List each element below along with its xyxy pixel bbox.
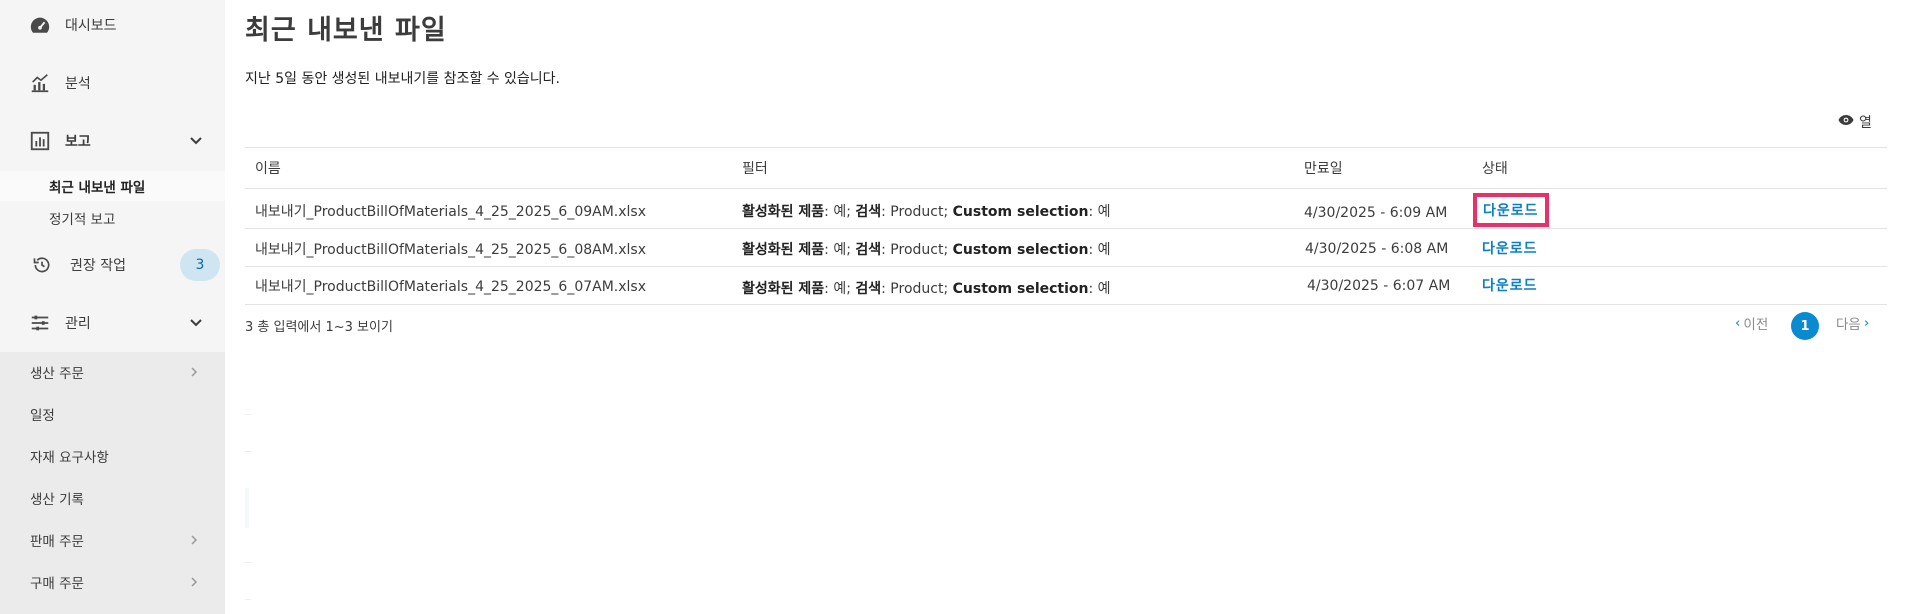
download-link[interactable]: 다운로드 <box>1482 275 1538 295</box>
download-link[interactable]: 다운로드 <box>1473 193 1549 227</box>
sliders-icon <box>28 311 52 335</box>
report-icon <box>28 129 52 153</box>
chevron-down-icon[interactable] <box>188 315 204 331</box>
table-divider <box>245 228 1887 229</box>
table-divider <box>245 188 1887 189</box>
chevron-left-icon: ‹ <box>1735 315 1741 331</box>
page-title: 최근 내보낸 파일 <box>245 15 447 46</box>
row-filter: 활성화된 제품: 예; 검색: Product; Custom selectio… <box>742 242 1111 258</box>
column-header-filter[interactable]: 필터 <box>742 158 768 178</box>
sidebar: 대시보드 분석 보고 최근 내보낸 파일 정기적 보고 권장 작업 3 관리 생… <box>0 0 225 614</box>
sidebar-subitem-sales-orders[interactable]: 판매 주문 <box>0 520 225 560</box>
chevron-down-icon[interactable] <box>188 133 204 149</box>
sidebar-subitem-label: 생산 주문 <box>30 366 84 382</box>
sidebar-item-report[interactable]: 보고 <box>0 121 225 161</box>
chevron-right-icon: › <box>1863 315 1870 331</box>
pagination-current-page[interactable]: 1 <box>1791 312 1819 340</box>
sidebar-subitem-production-records[interactable]: 생산 기록 <box>0 478 225 518</box>
sidebar-subitem-material-requirements[interactable]: 자재 요구사항 <box>0 436 225 476</box>
sidebar-subitem-recent-exports[interactable]: 최근 내보낸 파일 <box>0 171 225 201</box>
row-file-name: 내보내기_ProductBillOfMaterials_4_25_2025_6_… <box>255 279 646 295</box>
history-icon <box>30 253 54 277</box>
divider <box>245 599 251 600</box>
chevron-right-icon <box>188 576 200 588</box>
row-filter: 활성화된 제품: 예; 검색: Product; Custom selectio… <box>742 204 1111 220</box>
row-file-name: 내보내기_ProductBillOfMaterials_4_25_2025_6_… <box>255 204 646 220</box>
sidebar-subitem-label: 자재 요구사항 <box>30 450 109 466</box>
pagination-next[interactable]: 다음 › <box>1836 313 1869 333</box>
sidebar-subitem-label: 최근 내보낸 파일 <box>49 180 146 196</box>
sidebar-subitem-label: 구매 주문 <box>30 576 84 592</box>
sidebar-subitem-production-orders[interactable]: 생산 주문 <box>0 352 225 392</box>
table-divider <box>245 304 1887 305</box>
row-filter: 활성화된 제품: 예; 검색: Product; Custom selectio… <box>742 281 1111 297</box>
sidebar-subitem-label: 생산 기록 <box>30 492 84 508</box>
chevron-right-icon <box>188 534 200 546</box>
sidebar-subitem-label: 판매 주문 <box>30 534 84 550</box>
sidebar-subitem-purchase-orders[interactable]: 구매 주문 <box>0 562 225 602</box>
sidebar-subitem-label: 정기적 보고 <box>49 212 116 228</box>
count-badge: 3 <box>180 249 220 281</box>
sidebar-subitem-label: 일정 <box>30 408 55 424</box>
sidebar-item-label: 관리 <box>65 316 91 332</box>
chevron-right-icon <box>188 366 200 378</box>
sidebar-item-manage[interactable]: 관리 <box>0 303 225 343</box>
divider <box>245 414 251 415</box>
dashboard-icon <box>28 13 52 37</box>
column-header-expiry[interactable]: 만료일 <box>1304 158 1343 178</box>
column-header-status[interactable]: 상태 <box>1482 158 1508 178</box>
eye-icon <box>1838 114 1854 130</box>
divider <box>245 562 251 563</box>
page-subtitle: 지난 5일 동안 생성된 내보내기를 참조할 수 있습니다. <box>245 71 560 87</box>
pagination-summary: 3 총 입력에서 1~3 보이기 <box>245 320 393 335</box>
sidebar-item-label: 대시보드 <box>65 18 117 34</box>
row-file-name: 내보내기_ProductBillOfMaterials_4_25_2025_6_… <box>255 242 646 258</box>
sidebar-item-analytics[interactable]: 분석 <box>0 63 225 103</box>
row-expiry: 4/30/2025 - 6:08 AM <box>1305 241 1449 257</box>
pagination-next-label: 다음 <box>1836 317 1861 333</box>
manage-submenu: 생산 주문 일정 자재 요구사항 생산 기록 판매 주문 구매 주문 <box>0 352 225 614</box>
row-expiry: 4/30/2025 - 6:07 AM <box>1307 278 1451 294</box>
sidebar-item-dashboard[interactable]: 대시보드 <box>0 5 225 45</box>
download-link[interactable]: 다운로드 <box>1482 238 1538 258</box>
divider <box>245 451 251 452</box>
column-header-name[interactable]: 이름 <box>255 158 281 178</box>
divider <box>245 488 249 528</box>
analytics-icon <box>28 71 52 95</box>
sidebar-item-label: 권장 작업 <box>70 258 126 274</box>
row-expiry: 4/30/2025 - 6:09 AM <box>1304 205 1448 221</box>
sidebar-subitem-scheduled-reports[interactable]: 정기적 보고 <box>0 203 225 233</box>
sidebar-item-label: 분석 <box>65 76 91 92</box>
table-divider <box>245 147 1887 148</box>
pagination-prev-label: 이전 <box>1743 317 1769 333</box>
sidebar-item-label: 보고 <box>65 134 91 150</box>
pagination-prev[interactable]: ‹ 이전 <box>1735 313 1768 333</box>
columns-button[interactable]: 열 <box>1838 112 1872 132</box>
sidebar-item-recommended-tasks[interactable]: 권장 작업 3 <box>0 245 225 285</box>
sidebar-subitem-schedule[interactable]: 일정 <box>0 394 225 434</box>
table-divider <box>245 266 1887 267</box>
columns-button-label: 열 <box>1859 115 1872 131</box>
